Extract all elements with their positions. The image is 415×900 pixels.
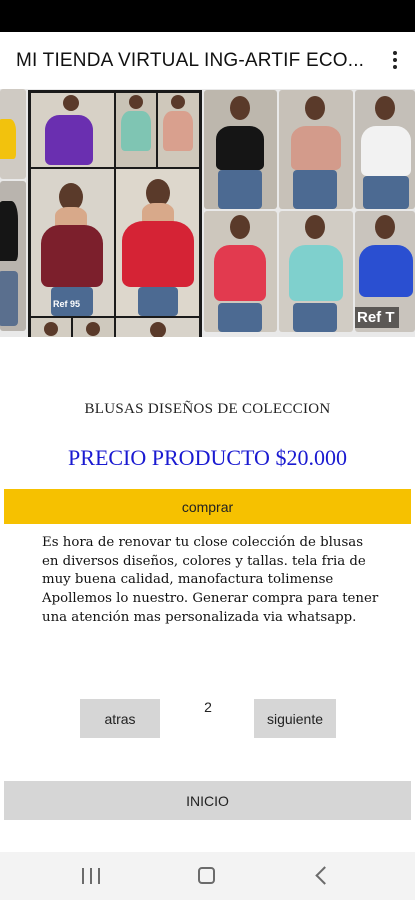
product-image-gallery[interactable]: Ref 95 Ref T [0, 89, 415, 337]
previous-button[interactable]: atras [80, 699, 160, 738]
product-photo [279, 211, 353, 332]
system-navigation-bar [0, 852, 415, 900]
product-title: BLUSAS DISEÑOS DE COLECCION [84, 401, 331, 417]
home-icon[interactable] [198, 867, 215, 884]
buy-button[interactable]: comprar [4, 489, 411, 524]
product-collage: Ref 95 [28, 90, 202, 337]
page-number: 2 [204, 699, 212, 715]
product-photo [204, 211, 277, 332]
product-photo [355, 90, 415, 209]
product-photo: Ref T [355, 211, 415, 332]
product-photo [204, 90, 277, 209]
next-button[interactable]: siguiente [254, 699, 336, 738]
status-bar [0, 0, 415, 32]
product-price: PRECIO PRODUCTO $20.000 [68, 445, 347, 470]
app-bar: MI TIENDA VIRTUAL ING-ARTIF ECO... [0, 32, 415, 89]
home-button[interactable]: INICIO [4, 781, 411, 820]
app-title: MI TIENDA VIRTUAL ING-ARTIF ECO... [16, 50, 365, 71]
back-icon[interactable] [315, 866, 334, 885]
product-photo [0, 89, 26, 179]
product-description: Es hora de renovar tu close colección de… [42, 535, 379, 625]
recents-icon[interactable] [82, 868, 100, 884]
product-photo [0, 181, 26, 331]
product-photo [279, 90, 353, 209]
overflow-menu-icon[interactable] [383, 46, 407, 74]
ref-label: Ref T [355, 307, 399, 328]
ref-label: Ref 95 [53, 299, 81, 309]
